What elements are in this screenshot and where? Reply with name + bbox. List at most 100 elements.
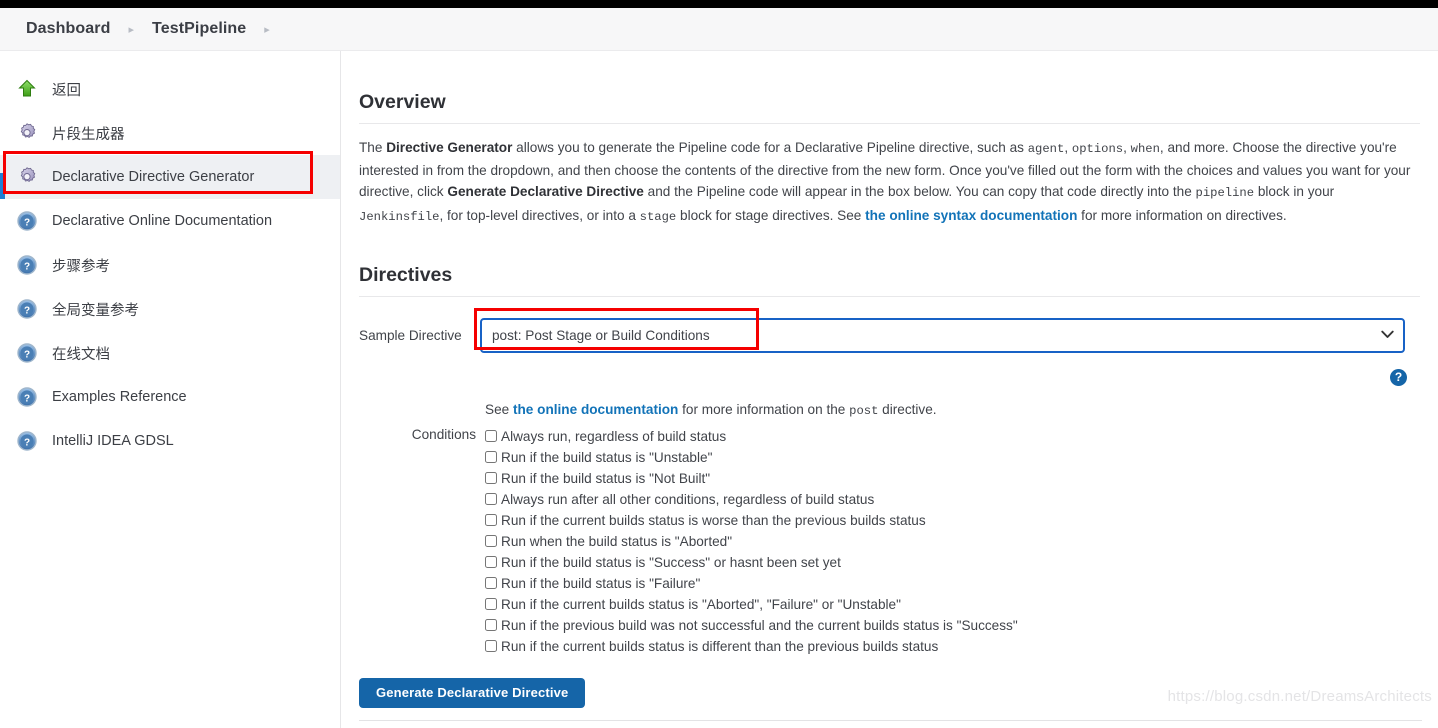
condition-label[interactable]: Run when the build status is "Aborted" — [501, 531, 732, 552]
ov-bold-directive-generator: Directive Generator — [386, 140, 513, 155]
condition-label[interactable]: Run if the build status is "Failure" — [501, 573, 700, 594]
condition-label[interactable]: Run if the current builds status is "Abo… — [501, 594, 901, 615]
condition-label[interactable]: Run if the build status is "Not Built" — [501, 468, 710, 489]
help-icon: ? — [16, 210, 38, 232]
doc-suffix: directive. — [878, 401, 937, 417]
ov-d: , — [1123, 140, 1131, 155]
condition-item[interactable]: Run if the current builds status is wors… — [485, 510, 1420, 531]
condition-checkbox[interactable] — [485, 639, 497, 652]
condition-checkbox[interactable] — [485, 471, 497, 484]
breadcrumb-item-dashboard[interactable]: Dashboard — [26, 20, 110, 38]
overview-paragraph: The Directive Generator allows you to ge… — [359, 137, 1420, 228]
watermark: https://blog.csdn.net/DreamsArchitects — [1167, 688, 1432, 705]
condition-checkbox[interactable] — [485, 492, 497, 505]
ov-bold-generate: Generate Declarative Directive — [447, 184, 644, 200]
conditions-label: Conditions — [411, 426, 476, 442]
help-icon: ? — [16, 430, 38, 452]
breadcrumb-item-testpipeline[interactable]: TestPipeline — [152, 20, 246, 38]
sidebar-item-label: 返回 — [52, 82, 81, 99]
condition-label[interactable]: Run if the previous build was not succes… — [501, 615, 1018, 636]
sidebar-item-intellij-idea-gdsl[interactable]: ? IntelliJ IDEA GDSL — [0, 419, 340, 463]
bottom-divider — [359, 719, 1422, 721]
ov-h: , for top-level directives, or into a — [439, 207, 640, 223]
ov-code-pipeline: pipeline — [1195, 186, 1255, 201]
condition-checkbox[interactable] — [485, 429, 497, 442]
condition-item[interactable]: Run if the previous build was not succes… — [485, 615, 1420, 636]
ov-a: The — [359, 140, 387, 155]
conditions-row: Conditions Always run, regardless of bui… — [359, 426, 1420, 657]
online-syntax-documentation-link[interactable]: the online syntax documentation — [865, 208, 1077, 223]
condition-label[interactable]: Always run, regardless of build status — [501, 426, 726, 447]
condition-label[interactable]: Run if the current builds status is diff… — [501, 636, 938, 657]
condition-checkbox[interactable] — [485, 576, 497, 589]
condition-item[interactable]: Run if the current builds status is diff… — [485, 636, 1420, 657]
sidebar-item-declarative-online-documentation[interactable]: ? Declarative Online Documentation — [0, 199, 340, 243]
condition-checkbox[interactable] — [485, 450, 497, 463]
condition-checkbox[interactable] — [485, 534, 497, 547]
ov-f: and the Pipeline code will appear in the… — [643, 184, 1196, 200]
gear-icon — [16, 122, 38, 144]
online-documentation-link[interactable]: the online documentation — [513, 402, 678, 417]
sidebar-item-step-reference[interactable]: ? 步骤参考 — [0, 243, 340, 287]
condition-item[interactable]: Run if the current builds status is "Abo… — [485, 594, 1420, 615]
condition-item[interactable]: Run if the build status is "Unstable" — [485, 447, 1420, 468]
ov-c: , — [1064, 140, 1072, 155]
sample-directive-row: Sample Directive post: Post Stage or Bui… — [359, 317, 1420, 353]
breadcrumb: Dashboard ▸ TestPipeline ▸ — [0, 8, 1438, 51]
condition-item[interactable]: Run if the build status is "Not Built" — [485, 468, 1420, 489]
doc-prefix: See — [485, 401, 513, 417]
svg-text:?: ? — [24, 393, 30, 404]
condition-checkbox[interactable] — [485, 618, 497, 631]
sample-directive-select-wrap: post: Post Stage or Build Conditions — [480, 317, 1405, 353]
sidebar-item-global-variable-reference[interactable]: ? 全局变量参考 — [0, 287, 340, 331]
ov-code-agent: agent — [1027, 142, 1065, 156]
condition-item[interactable]: Run when the build status is "Aborted" — [485, 531, 1420, 552]
sidebar-item-snippet-generator[interactable]: 片段生成器 — [0, 111, 340, 155]
ov-code-jenkinsfile: Jenkinsfile — [359, 209, 440, 224]
help-icon[interactable]: ? — [1390, 368, 1407, 386]
online-documentation-line: See the online documentation for more in… — [359, 402, 1420, 418]
sidebar-item-label: 全局变量参考 — [52, 302, 139, 319]
help-icon: ? — [16, 342, 38, 364]
condition-label[interactable]: Always run after all other conditions, r… — [501, 489, 874, 510]
ov-code-options: options — [1071, 142, 1124, 156]
help-icon: ? — [16, 386, 38, 408]
sidebar-item-declarative-directive-generator[interactable]: Declarative Directive Generator — [0, 155, 340, 199]
condition-item[interactable]: Always run, regardless of build status — [485, 426, 1420, 447]
breadcrumb-separator-icon-2: ▸ — [264, 23, 270, 36]
generate-declarative-directive-button[interactable]: Generate Declarative Directive — [359, 677, 586, 708]
ov-code-stage: stage — [639, 209, 677, 224]
sidebar-item-examples-reference[interactable]: ? Examples Reference — [0, 375, 340, 419]
sidebar-item-label: Declarative Directive Generator — [52, 169, 255, 185]
doc-code-post: post — [849, 403, 879, 418]
condition-item[interactable]: Run if the build status is "Success" or … — [485, 552, 1420, 573]
sample-directive-select[interactable]: post: Post Stage or Build Conditions — [480, 317, 1405, 353]
condition-item[interactable]: Always run after all other conditions, r… — [485, 489, 1420, 510]
main-content: Overview The Directive Generator allows … — [342, 51, 1438, 728]
sidebar-item-online-documentation[interactable]: ? 在线文档 — [0, 331, 340, 375]
condition-checkbox[interactable] — [485, 513, 497, 526]
sidebar-item-label: IntelliJ IDEA GDSL — [52, 433, 174, 449]
top-black-bar — [0, 0, 1438, 8]
gear-icon — [16, 166, 38, 188]
condition-label[interactable]: Run if the current builds status is wors… — [501, 510, 926, 531]
sidebar-item-label: Examples Reference — [52, 389, 187, 405]
up-arrow-icon — [16, 78, 38, 100]
sidebar-item-back[interactable]: 返回 — [0, 67, 340, 111]
breadcrumb-separator-icon: ▸ — [128, 23, 135, 36]
sidebar: 返回 片段生成器 Declarative Directive Generator… — [0, 51, 341, 728]
sidebar-item-label: 步骤参考 — [52, 258, 110, 275]
help-row: ? — [359, 368, 1420, 386]
condition-label[interactable]: Run if the build status is "Success" or … — [501, 552, 841, 573]
ov-code-when: when — [1130, 142, 1160, 156]
ov-j: for more information on directives. — [1077, 207, 1287, 223]
condition-item[interactable]: Run if the build status is "Failure" — [485, 573, 1420, 594]
ov-b: allows you to generate the Pipeline code… — [512, 140, 1028, 155]
page-title: Overview — [359, 91, 1420, 124]
condition-checkbox[interactable] — [485, 555, 497, 568]
svg-text:?: ? — [24, 437, 30, 448]
condition-checkbox[interactable] — [485, 597, 497, 610]
ov-g: block in your — [1254, 184, 1335, 200]
svg-text:?: ? — [24, 217, 30, 228]
condition-label[interactable]: Run if the build status is "Unstable" — [501, 447, 712, 468]
